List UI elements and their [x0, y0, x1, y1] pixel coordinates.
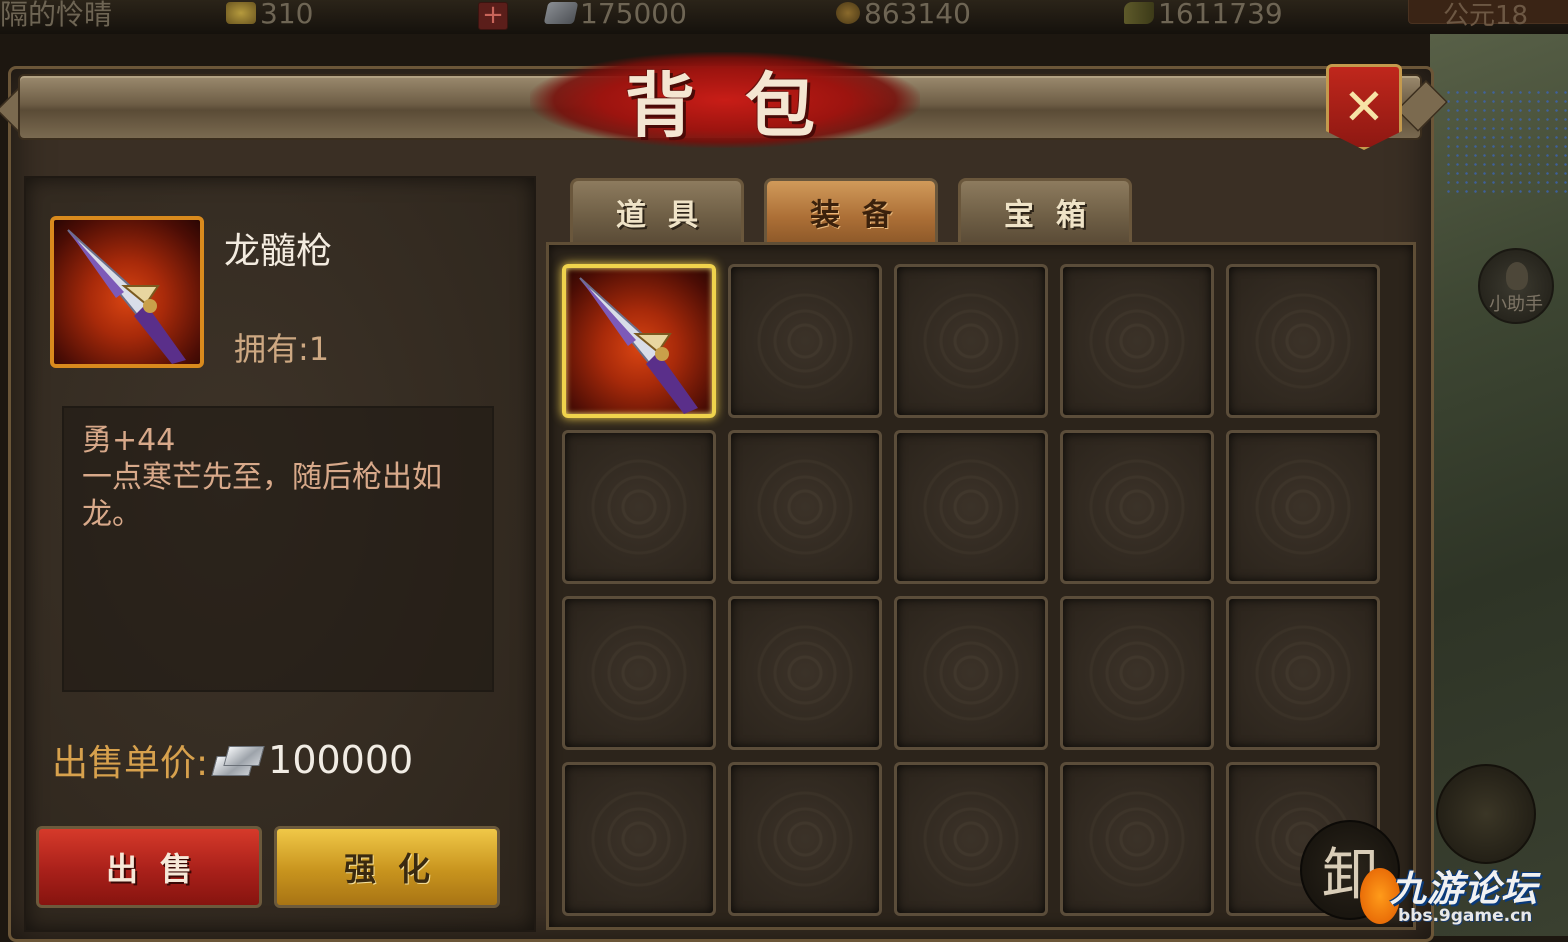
item-owned-count: 拥有:1 [234, 330, 330, 368]
helper-button[interactable]: 小助手 [1478, 248, 1554, 324]
add-gold-button[interactable]: + [478, 2, 508, 30]
side-gold-button[interactable] [1436, 764, 1536, 864]
watermark-title: 九游论坛 [1390, 869, 1539, 910]
inventory-slot[interactable] [894, 596, 1048, 750]
copper-value: 863140 [864, 0, 971, 30]
dragon-spear-icon [579, 277, 698, 414]
minimap-dots [1444, 88, 1568, 198]
sell-price-value: 100000 [268, 738, 414, 782]
dialog-title: 背包 [625, 63, 865, 147]
inventory-slot[interactable] [1060, 264, 1214, 418]
era-display: 公元18 [1408, 0, 1568, 31]
silver-value: 175000 [580, 0, 687, 30]
era-text: 公元18 [1443, 1, 1529, 31]
inventory-slot[interactable] [1226, 264, 1380, 418]
inventory-slot[interactable] [1060, 596, 1214, 750]
sell-price-label: 出售单价: [52, 743, 209, 784]
enhance-button[interactable]: 强化 [274, 826, 500, 908]
grain-counter: 1611739 [1124, 0, 1283, 30]
sell-button[interactable]: 出售 [36, 826, 262, 908]
inventory-slot[interactable] [728, 596, 882, 750]
tab-chests-label: 宝箱 [1004, 197, 1108, 233]
item-description-box: 勇+44 一点寒芒先至，随后枪出如龙。 [62, 406, 494, 692]
sell-price-row: 出售单价: 100000 [52, 736, 413, 784]
dragon-spear-icon [67, 229, 186, 364]
helper-avatar-icon [1506, 262, 1528, 290]
silver-counter: 175000 [543, 0, 687, 30]
tab-equipment-label: 装备 [810, 197, 914, 233]
tab-equipment[interactable]: 装备 [764, 178, 938, 242]
watermark-url: bbs.9game.cn [1398, 906, 1533, 926]
inventory-slot[interactable] [1060, 430, 1214, 584]
tab-items-label: 道具 [616, 197, 720, 233]
silver-ingot-icon [543, 2, 579, 24]
watermark: 九游论坛 bbs.9game.cn [1360, 856, 1564, 936]
item-description: 勇+44 一点寒芒先至，随后枪出如龙。 [82, 423, 442, 532]
grain-value: 1611739 [1158, 0, 1283, 30]
item-name: 龙髓枪 [224, 231, 333, 272]
title-banner: 背包 [530, 52, 920, 148]
tab-chests[interactable]: 宝箱 [958, 178, 1132, 242]
sell-button-label: 出售 [105, 850, 214, 888]
inventory-slot[interactable] [894, 762, 1048, 916]
copper-coin-icon [836, 2, 860, 24]
inventory-slot[interactable] [894, 264, 1048, 418]
tab-items[interactable]: 道具 [570, 178, 744, 242]
gold-value: 310 [260, 0, 314, 30]
inventory-slot[interactable] [1226, 596, 1380, 750]
copper-counter: 863140 [836, 0, 971, 30]
inventory-slot[interactable] [728, 762, 882, 916]
helper-label: 小助手 [1489, 294, 1543, 315]
gold-ingot-icon [226, 2, 256, 24]
inventory-slot[interactable] [1060, 762, 1214, 916]
close-x-icon: ✕ [1343, 78, 1385, 136]
inventory-slot[interactable] [728, 430, 882, 584]
inventory-slot[interactable] [562, 264, 716, 418]
grain-icon [1124, 2, 1154, 24]
inventory-slot[interactable] [1226, 430, 1380, 584]
player-name: 隔的怜晴 [0, 0, 113, 31]
silver-ingot-icon [210, 740, 266, 780]
player-name-text: 隔的怜晴 [0, 0, 113, 31]
item-detail-icon-frame [50, 216, 204, 368]
inventory-slot[interactable] [728, 264, 882, 418]
resource-bar: 隔的怜晴 310 + 175000 863140 1611739 公元18 [0, 0, 1568, 34]
enhance-button-label: 强化 [343, 850, 452, 888]
inventory-slot[interactable] [894, 430, 1048, 584]
gold-counter: 310 [226, 0, 313, 30]
inventory-slot[interactable] [562, 430, 716, 584]
inventory-slot[interactable] [562, 596, 716, 750]
inventory-slot[interactable] [562, 762, 716, 916]
